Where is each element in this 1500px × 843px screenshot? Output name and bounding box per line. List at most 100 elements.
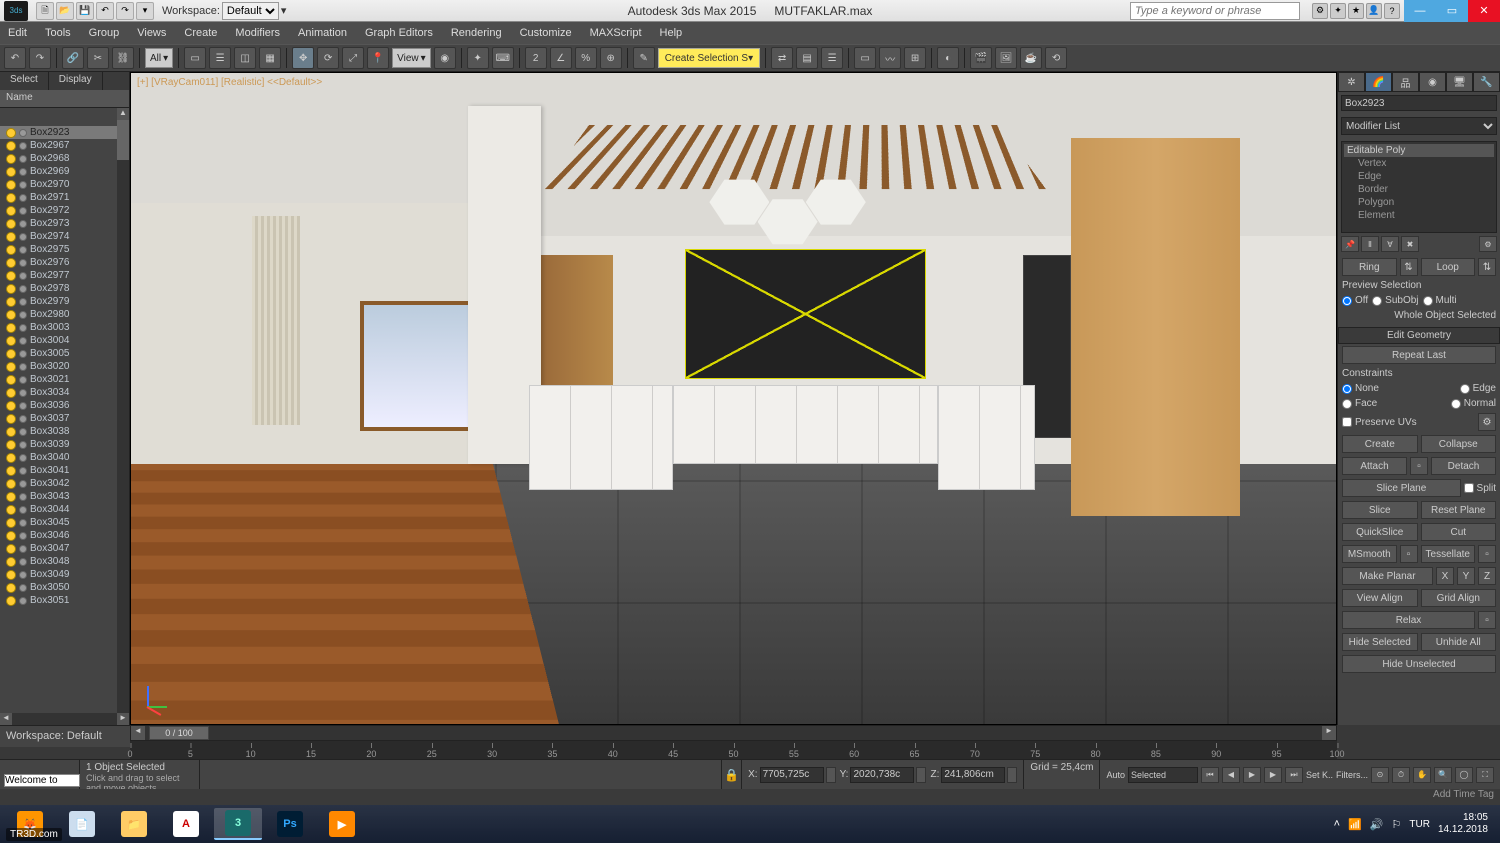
redo-button[interactable]: ↷ xyxy=(29,47,51,69)
snap-angle-icon[interactable]: ∠ xyxy=(550,47,572,69)
scene-item[interactable]: Box3042 xyxy=(0,477,117,490)
detach-button[interactable]: Detach xyxy=(1431,457,1496,475)
visibility-icon[interactable] xyxy=(6,349,16,359)
freeze-icon[interactable] xyxy=(19,363,27,371)
freeze-icon[interactable] xyxy=(19,259,27,267)
name-column-header[interactable]: Name xyxy=(0,90,129,108)
visibility-icon[interactable] xyxy=(6,466,16,476)
attach-button[interactable]: Attach xyxy=(1342,457,1407,475)
qat-more-icon[interactable]: ▾ xyxy=(136,2,154,20)
select-region-icon[interactable]: ◫ xyxy=(234,47,256,69)
tab-modify-icon[interactable]: 🌈 xyxy=(1365,72,1392,92)
msmooth-button[interactable]: MSmooth xyxy=(1342,545,1397,563)
scene-item[interactable]: Box2975 xyxy=(0,243,117,256)
taskbar-autocad-icon[interactable]: A xyxy=(162,808,210,840)
select-move-icon[interactable]: ✥ xyxy=(292,47,314,69)
exchange-icon[interactable]: ✦ xyxy=(1330,3,1346,19)
constraint-none-radio[interactable] xyxy=(1342,384,1352,394)
viewport-nav-max-icon[interactable]: ⛶ xyxy=(1476,767,1494,783)
visibility-icon[interactable] xyxy=(6,323,16,333)
scene-item[interactable]: Box3046 xyxy=(0,529,117,542)
app-logo-icon[interactable]: 3ds xyxy=(4,1,28,21)
tray-chevron-icon[interactable]: ˄ xyxy=(1334,818,1340,830)
pin-stack-icon[interactable]: 📌 xyxy=(1341,236,1359,252)
scene-item[interactable]: Box2977 xyxy=(0,269,117,282)
visibility-icon[interactable] xyxy=(6,518,16,528)
visibility-icon[interactable] xyxy=(6,167,16,177)
freeze-icon[interactable] xyxy=(19,389,27,397)
link-icon[interactable]: 🔗 xyxy=(62,47,84,69)
subobj-polygon[interactable]: Polygon xyxy=(1344,196,1494,209)
visibility-icon[interactable] xyxy=(6,570,16,580)
scene-item[interactable]: Box3045 xyxy=(0,516,117,529)
freeze-icon[interactable] xyxy=(19,298,27,306)
collapse-button[interactable]: Collapse xyxy=(1421,435,1497,453)
planar-z-button[interactable]: Z xyxy=(1478,567,1496,585)
split-checkbox[interactable] xyxy=(1464,483,1474,493)
edit-named-sel-icon[interactable]: ✎ xyxy=(633,47,655,69)
subobj-element[interactable]: Element xyxy=(1344,209,1494,222)
goto-end-icon[interactable]: ⏭ xyxy=(1285,767,1303,783)
freeze-icon[interactable] xyxy=(19,558,27,566)
subobj-edge[interactable]: Edge xyxy=(1344,170,1494,183)
tray-volume-icon[interactable]: 🔊 xyxy=(1370,818,1384,831)
freeze-icon[interactable] xyxy=(19,220,27,228)
play-icon[interactable]: ▶ xyxy=(1243,767,1261,783)
create-button[interactable]: Create xyxy=(1342,435,1418,453)
viewport-nav-pan-icon[interactable]: ✋ xyxy=(1413,767,1431,783)
setkey-label[interactable]: Set K.. xyxy=(1306,770,1333,780)
visibility-icon[interactable] xyxy=(6,362,16,372)
taskbar-mediaplayer-icon[interactable]: ▶ xyxy=(318,808,366,840)
pivot-icon[interactable]: ◉ xyxy=(434,47,456,69)
maxscript-input[interactable] xyxy=(4,774,80,787)
time-slider[interactable]: ◄ 0 / 100 ► xyxy=(130,725,1337,741)
snap-percent-icon[interactable]: % xyxy=(575,47,597,69)
freeze-icon[interactable] xyxy=(19,467,27,475)
modifier-stack[interactable]: Editable Poly Vertex Edge Border Polygon… xyxy=(1341,141,1497,233)
material-editor-icon[interactable]: ◐ xyxy=(937,47,959,69)
rendered-frame-icon[interactable]: 🖼 xyxy=(995,47,1017,69)
scene-item[interactable]: Box3049 xyxy=(0,568,117,581)
scene-item[interactable]: Box3044 xyxy=(0,503,117,516)
visibility-icon[interactable] xyxy=(6,284,16,294)
freeze-icon[interactable] xyxy=(19,428,27,436)
hide-unselected-button[interactable]: Hide Unselected xyxy=(1342,655,1496,673)
scene-item[interactable]: Box3039 xyxy=(0,438,117,451)
preserve-uvs-settings-icon[interactable]: ⚙ xyxy=(1478,413,1496,431)
key-mode-dropdown[interactable]: Selected xyxy=(1128,767,1198,783)
visibility-icon[interactable] xyxy=(6,219,16,229)
preserve-uvs-checkbox[interactable] xyxy=(1342,417,1352,427)
curve-editor-icon[interactable]: 〰 xyxy=(879,47,901,69)
scene-item[interactable]: Box2980 xyxy=(0,308,117,321)
visibility-icon[interactable] xyxy=(6,427,16,437)
help-icon[interactable]: ? xyxy=(1384,3,1400,19)
select-object-icon[interactable]: ▭ xyxy=(184,47,206,69)
visibility-icon[interactable] xyxy=(6,297,16,307)
open-icon[interactable]: 📂 xyxy=(56,2,74,20)
selection-lock-icon[interactable]: 🔒 xyxy=(722,760,742,789)
visibility-icon[interactable] xyxy=(6,128,16,138)
timeslider-prev-icon[interactable]: ◄ xyxy=(131,726,145,740)
tab-display-icon[interactable]: 🖥 xyxy=(1446,72,1473,92)
freeze-icon[interactable] xyxy=(19,454,27,462)
subscription-icon[interactable]: ⚙ xyxy=(1312,3,1328,19)
render-iterative-icon[interactable]: ⟲ xyxy=(1045,47,1067,69)
scene-item[interactable]: Box3037 xyxy=(0,412,117,425)
visibility-icon[interactable] xyxy=(6,154,16,164)
key-mode-toggle-icon[interactable]: ⊙ xyxy=(1371,767,1389,783)
quickslice-button[interactable]: QuickSlice xyxy=(1342,523,1418,541)
visibility-icon[interactable] xyxy=(6,531,16,541)
viewport[interactable]: [+] [VRayCam011] [Realistic] <<Default>> xyxy=(130,72,1337,725)
track-bar[interactable]: 0510152025303540455055606570758085909510… xyxy=(130,741,1337,759)
freeze-icon[interactable] xyxy=(19,246,27,254)
cut-button[interactable]: Cut xyxy=(1421,523,1497,541)
save-icon[interactable]: 💾 xyxy=(76,2,94,20)
freeze-icon[interactable] xyxy=(19,129,27,137)
taskbar-explorer-icon[interactable]: 📁 xyxy=(110,808,158,840)
viewport-nav-orbit-icon[interactable]: ◯ xyxy=(1455,767,1473,783)
object-name-input[interactable] xyxy=(1341,95,1497,111)
menu-animation[interactable]: Animation xyxy=(298,27,347,39)
hide-selected-button[interactable]: Hide Selected xyxy=(1342,633,1418,651)
taskbar-photoshop-icon[interactable]: Ps xyxy=(266,808,314,840)
make-unique-icon[interactable]: ∀ xyxy=(1381,236,1399,252)
